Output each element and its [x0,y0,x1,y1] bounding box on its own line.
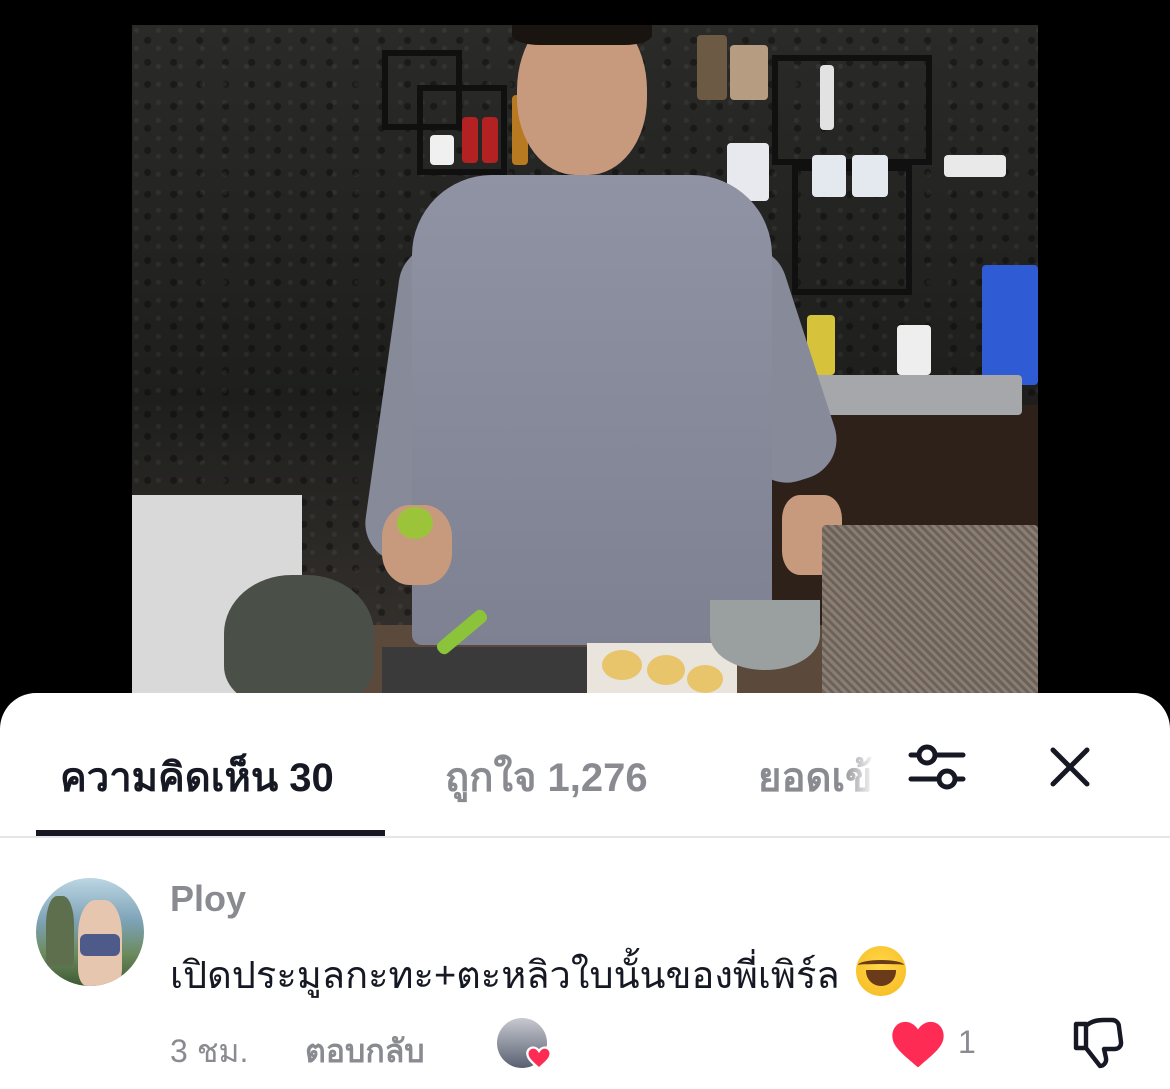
tab-likes[interactable]: ถูกใจ 1,276 [445,745,648,809]
comment-text: เปิดประมูลกะทะ+ตะหลิวใบนั้นของพี่เพิร์ล [170,955,840,997]
like-button[interactable] [890,1018,946,1070]
sink [802,375,1022,415]
fruit-slice [687,665,723,693]
video-frame[interactable] [132,25,1038,705]
person-hair [512,25,652,45]
comment-body: เปิดประมูลกะทะ+ตะหลิวใบนั้นของพี่เพิร์ล [170,944,906,1005]
jar [852,155,888,197]
creator-liked-avatar [497,1018,552,1071]
soap-bottle [897,325,931,375]
comment-time: 3 ชม. [170,1033,249,1069]
avatar-photo [80,934,120,956]
heart-icon [526,1046,552,1071]
jar [730,45,768,100]
shelf [772,55,932,165]
comment-username[interactable]: Ploy [170,878,246,920]
jar [430,135,454,165]
cups [944,155,1006,177]
heart-icon [892,1021,944,1068]
avatar[interactable] [36,878,144,986]
jar [812,155,846,197]
mortar [224,575,374,705]
sliders-icon[interactable] [903,737,971,797]
reply-button[interactable]: ตอบกลับ [305,1026,425,1077]
dislike-icon[interactable] [1068,1014,1128,1074]
jar [820,65,834,130]
tab-views[interactable]: ยอดเข้าชม [758,745,876,809]
tab-bar: ความคิดเห็น 30 ถูกใจ 1,276 ยอดเข้าชม [0,693,1170,837]
bowl [710,600,820,670]
close-icon[interactable] [1040,737,1100,797]
person [412,175,772,645]
fruit-slice [647,655,685,685]
person-head [517,25,647,175]
fruit-slice [602,650,642,680]
jar [462,117,478,163]
tab-comments[interactable]: ความคิดเห็น 30 [60,745,334,809]
jar [482,117,498,163]
lime [397,507,433,539]
avatar-photo [46,896,74,966]
blue-rack [982,265,1038,385]
comments-sheet: ความคิดเห็น 30 ถูกใจ 1,276 ยอดเข้าชม Pl [0,693,1170,1089]
laughing-emoji-icon [855,946,906,996]
comment-item[interactable]: Ploy เปิดประมูลกะทะ+ตะหลิวใบนั้นของพี่เพ… [0,868,1170,1089]
stone-counter [822,525,1038,705]
jar [697,35,727,100]
like-count: 1 [958,1024,976,1060]
tab-divider [0,836,1170,838]
